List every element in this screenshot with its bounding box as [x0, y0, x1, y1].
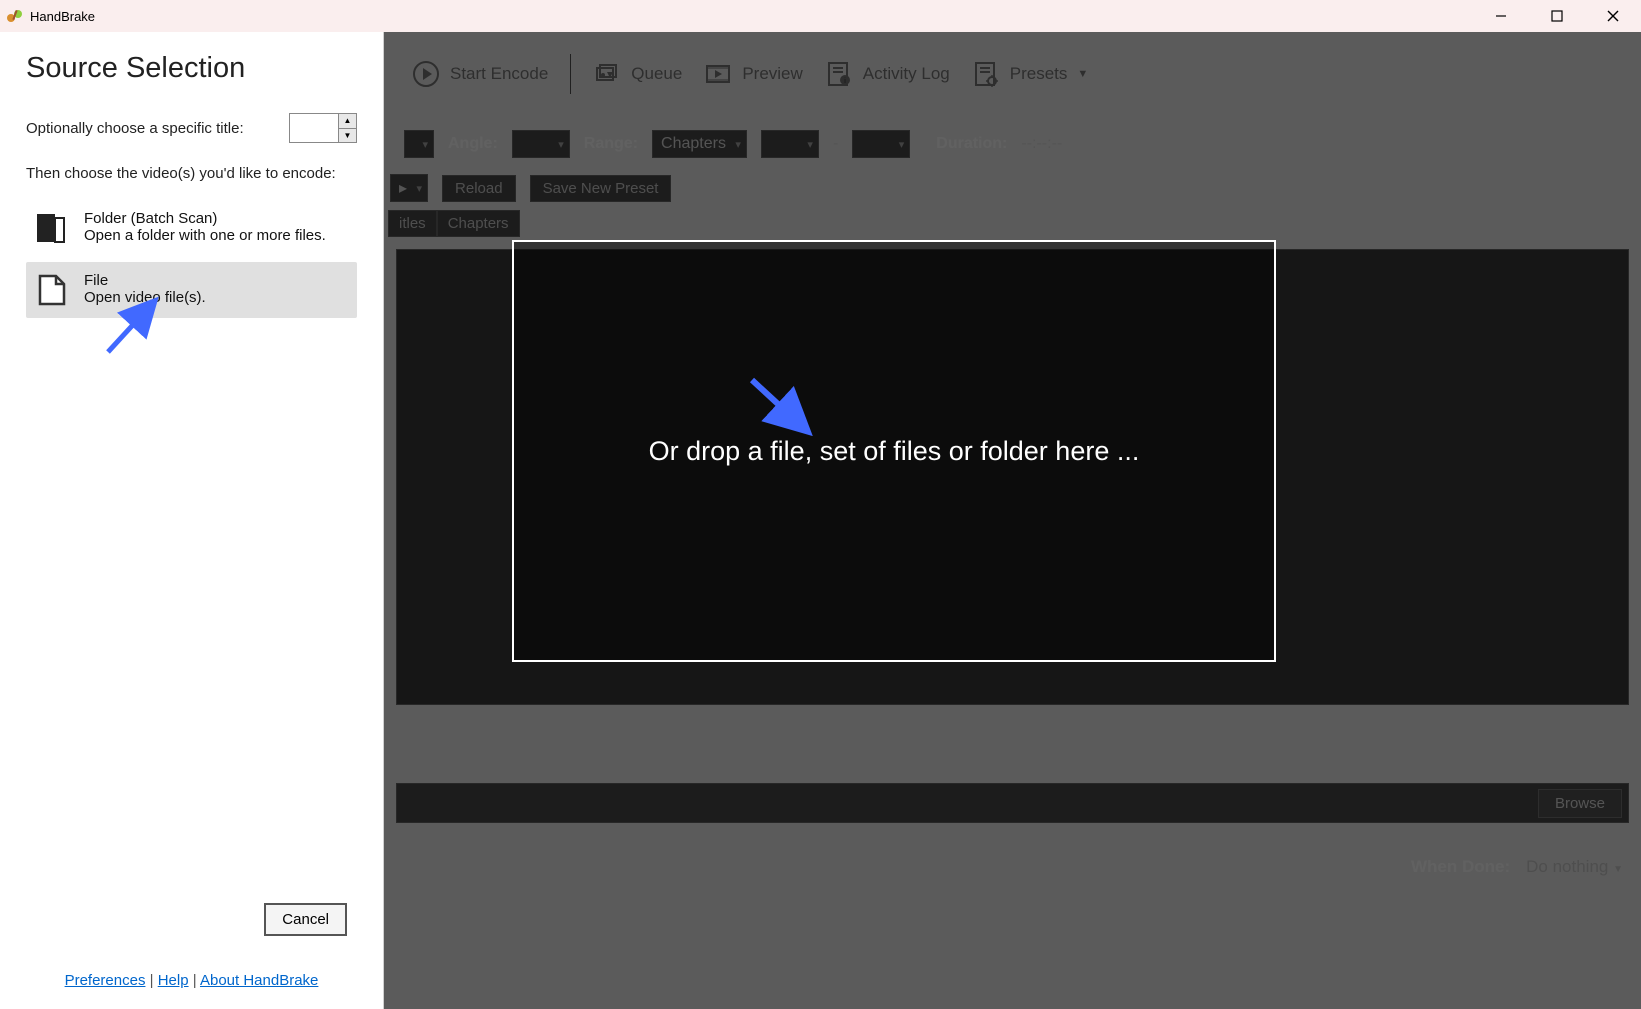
- file-option-desc: Open video file(s).: [84, 289, 206, 306]
- file-option[interactable]: File Open video file(s).: [26, 262, 357, 318]
- handbrake-icon: [6, 7, 24, 25]
- folder-icon: [34, 210, 70, 246]
- drop-zone[interactable]: Or drop a file, set of files or folder h…: [512, 240, 1276, 662]
- cancel-button[interactable]: Cancel: [264, 903, 347, 936]
- file-icon: [34, 272, 70, 308]
- minimize-button[interactable]: [1473, 0, 1529, 32]
- spinner-down-icon[interactable]: ▼: [339, 129, 356, 143]
- source-selection-panel: Source Selection Optionally choose a spe…: [0, 32, 384, 1009]
- maximize-button[interactable]: [1529, 0, 1585, 32]
- help-link[interactable]: Help: [158, 972, 189, 989]
- choose-videos-instruction: Then choose the video(s) you'd like to e…: [26, 165, 357, 182]
- titlebar: HandBrake: [0, 0, 1641, 32]
- folder-batch-scan-option[interactable]: Folder (Batch Scan) Open a folder with o…: [26, 200, 357, 256]
- main-background: Start Encode Queue Preview i Activity Lo…: [384, 32, 1641, 1009]
- about-handbrake-link[interactable]: About HandBrake: [200, 972, 318, 989]
- title-spinner[interactable]: ▲ ▼: [289, 113, 357, 143]
- spinner-up-icon[interactable]: ▲: [339, 114, 356, 129]
- drop-zone-text: Or drop a file, set of files or folder h…: [649, 436, 1140, 467]
- close-button[interactable]: [1585, 0, 1641, 32]
- specific-title-label: Optionally choose a specific title:: [26, 120, 244, 137]
- folder-option-desc: Open a folder with one or more files.: [84, 227, 326, 244]
- file-option-title: File: [84, 272, 206, 289]
- footer-links: Preferences | Help | About HandBrake: [26, 972, 357, 989]
- app-title: HandBrake: [30, 9, 95, 24]
- folder-option-title: Folder (Batch Scan): [84, 210, 326, 227]
- title-number-input[interactable]: [290, 114, 338, 142]
- preferences-link[interactable]: Preferences: [65, 972, 146, 989]
- source-selection-heading: Source Selection: [26, 52, 357, 85]
